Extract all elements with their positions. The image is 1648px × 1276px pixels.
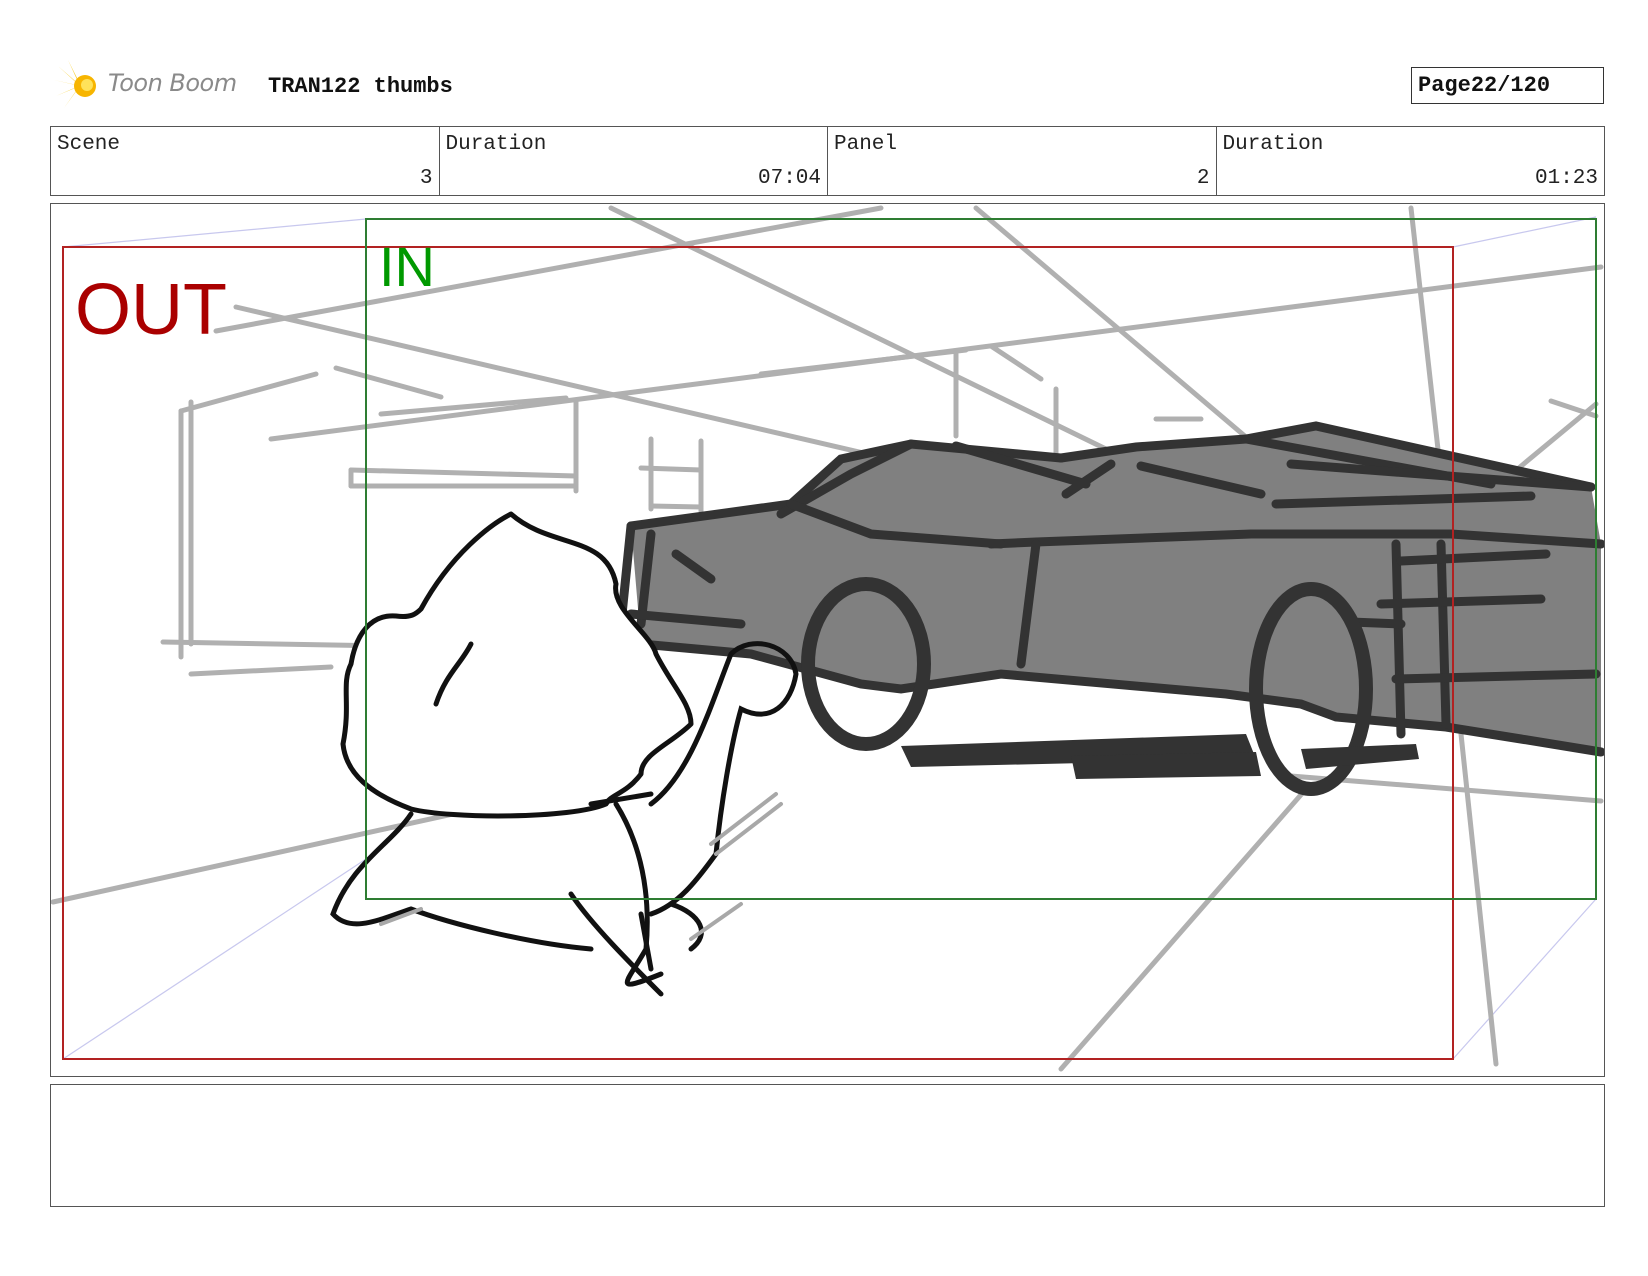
page-indicator: Page 22/120 <box>1411 67 1604 104</box>
scene-info-row: Scene 3 Duration 07:04 Panel 2 Duration … <box>50 126 1605 196</box>
out-label: OUT <box>75 270 227 350</box>
scene-label: Scene <box>57 133 121 156</box>
panel-notes[interactable] <box>50 1084 1605 1207</box>
scene-value: 3 <box>419 167 433 190</box>
scene-duration-label: Duration <box>445 133 547 156</box>
panel-duration-label: Duration <box>1222 133 1324 156</box>
page-label: Page <box>1418 73 1471 98</box>
panel-duration-value: 01:23 <box>1534 167 1598 190</box>
panel-value: 2 <box>1196 167 1210 190</box>
storyboard-panel: OUT IN <box>50 203 1605 1077</box>
toon-boom-logo: Toon Boom <box>52 58 252 114</box>
page-value: 22/120 <box>1470 73 1551 98</box>
scene-duration-cell: Duration 07:04 <box>440 127 828 195</box>
panel-duration-cell: Duration 01:23 <box>1217 127 1605 195</box>
scene-duration-value: 07:04 <box>757 167 821 190</box>
scene-cell: Scene 3 <box>51 127 440 195</box>
in-label: IN <box>379 235 435 298</box>
panel-sketch: OUT IN <box>51 205 1604 1072</box>
sun-burst-icon <box>54 60 96 108</box>
panel-cell: Panel 2 <box>828 127 1217 195</box>
document-title: TRAN122 thumbs <box>268 74 453 99</box>
panel-label: Panel <box>834 133 898 156</box>
logo-text: Toon Boom <box>108 69 237 97</box>
